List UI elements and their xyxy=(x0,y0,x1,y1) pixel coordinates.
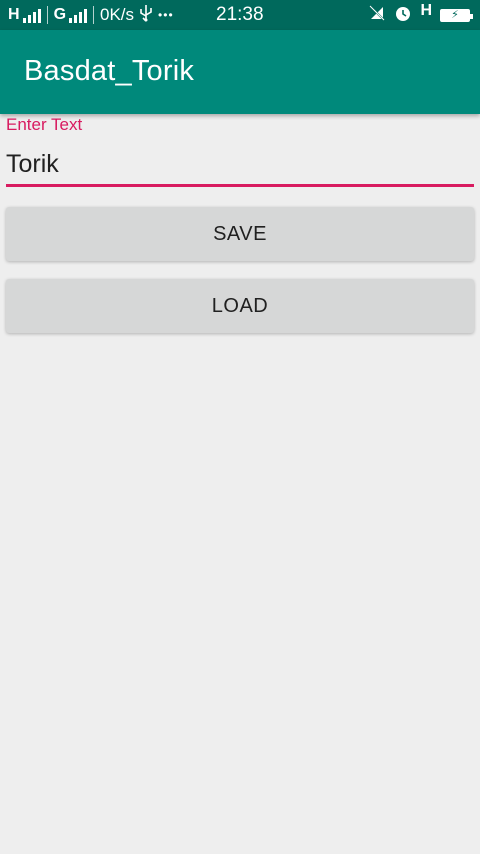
network-speed: 0K/s xyxy=(100,5,135,24)
sim1-network-label: H xyxy=(8,6,20,23)
sim1-signal-icon: H xyxy=(8,7,41,23)
status-right: H ⚡ xyxy=(368,0,473,30)
app-bar: Basdat_Torik xyxy=(0,30,480,114)
usb-icon xyxy=(140,4,152,27)
more-notifications-icon: ••• xyxy=(158,8,174,22)
text-input[interactable] xyxy=(6,146,474,182)
network-type-label: H xyxy=(420,2,432,19)
status-bar: H G 0K/s ••• 21:38 H ⚡ xyxy=(0,0,480,30)
app-title: Basdat_Torik xyxy=(24,55,195,87)
save-button[interactable]: SAVE xyxy=(6,207,474,261)
status-left: H G 0K/s ••• xyxy=(8,0,174,30)
load-button[interactable]: LOAD xyxy=(6,279,474,333)
input-underline xyxy=(6,184,474,187)
sim2-network-label: G xyxy=(53,6,67,23)
status-divider xyxy=(93,6,95,24)
battery-charging-icon: ⚡ xyxy=(440,8,473,22)
status-divider xyxy=(46,6,48,24)
status-time: 21:38 xyxy=(216,4,264,25)
alarm-icon xyxy=(394,4,412,27)
vibrate-off-icon xyxy=(368,4,386,27)
enter-text-label: Enter Text xyxy=(6,115,83,134)
sim2-signal-icon: G xyxy=(53,6,88,23)
